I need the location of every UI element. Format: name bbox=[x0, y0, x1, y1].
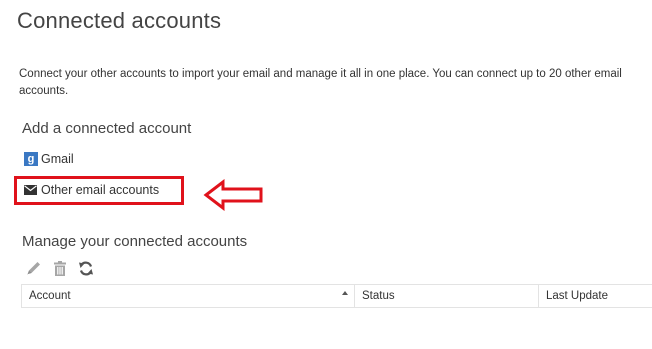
column-header-last-update[interactable]: Last Update bbox=[538, 285, 652, 307]
account-toolbar bbox=[25, 260, 95, 277]
pencil-icon[interactable] bbox=[25, 260, 43, 277]
trash-icon[interactable] bbox=[51, 260, 69, 277]
page-title: Connected accounts bbox=[17, 8, 222, 33]
column-header-status[interactable]: Status bbox=[354, 285, 538, 307]
gmail-label: Gmail bbox=[41, 152, 74, 166]
column-status-label: Status bbox=[362, 290, 395, 302]
sort-ascending-icon bbox=[342, 291, 348, 295]
column-account-label: Account bbox=[29, 290, 71, 302]
google-g-icon: g bbox=[24, 152, 38, 166]
manage-accounts-heading: Manage your connected accounts bbox=[22, 233, 248, 250]
accounts-table-header: Account Status Last Update bbox=[21, 284, 652, 308]
highlight-box bbox=[14, 176, 184, 205]
refresh-icon[interactable] bbox=[77, 260, 95, 277]
left-arrow-icon bbox=[203, 179, 263, 211]
column-header-account[interactable]: Account bbox=[21, 285, 354, 307]
page-description: Connect your other accounts to import yo… bbox=[19, 68, 622, 97]
connected-accounts-page: Connected accounts Connect your other ac… bbox=[0, 0, 652, 349]
add-account-heading: Add a connected account bbox=[22, 120, 192, 137]
column-last-update-label: Last Update bbox=[546, 290, 609, 302]
gmail-link[interactable]: g Gmail bbox=[24, 152, 74, 166]
